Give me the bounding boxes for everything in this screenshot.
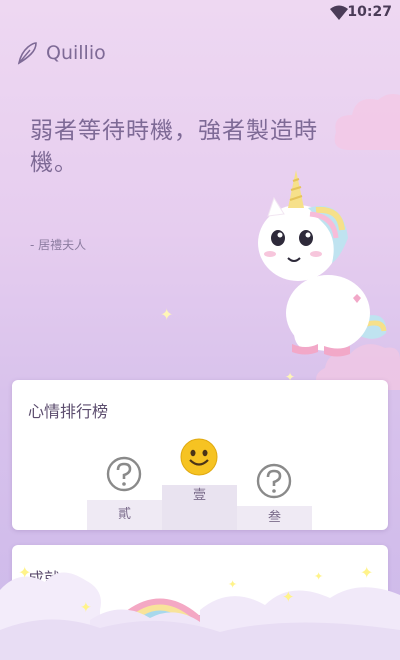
mood-ranking-card[interactable]: 心情排行榜 貳 壹 叁 [12,380,388,530]
svg-text:✦: ✦ [80,600,92,616]
podium-first-place: 壹 [162,485,237,530]
svg-text:✦: ✦ [228,578,237,591]
podium-rank-label: 壹 [192,488,206,503]
feather-icon [17,42,37,65]
podium-rank-label: 貳 [117,507,131,522]
status-bar: 10:27 [0,0,400,26]
question-mark-icon [256,463,292,499]
status-time: 10:27 [347,4,392,20]
app-header: Quillio [16,38,106,68]
wifi-icon [330,5,348,20]
svg-text:✦: ✦ [360,563,373,582]
smiley-face-icon [180,438,218,476]
unicorn-illustration [258,170,387,357]
podium-third-place: 叁 [237,506,312,530]
svg-text:✦: ✦ [314,570,323,583]
podium-second-place: 貳 [87,500,162,530]
svg-text:✦: ✦ [18,563,31,582]
mood-ranking-title: 心情排行榜 [28,402,109,421]
app-title: Quillio [46,42,106,64]
quote-author: - 居禮夫人 [30,238,87,252]
question-mark-icon [106,456,142,492]
sparkle-icon: ✦ [160,305,174,324]
podium-rank-label: 叁 [267,510,281,525]
svg-text:✦: ✦ [282,588,295,606]
rainbow-clouds-decoration: ✦ ✦ ✦ ✦ ✦ ✦ [0,563,400,660]
